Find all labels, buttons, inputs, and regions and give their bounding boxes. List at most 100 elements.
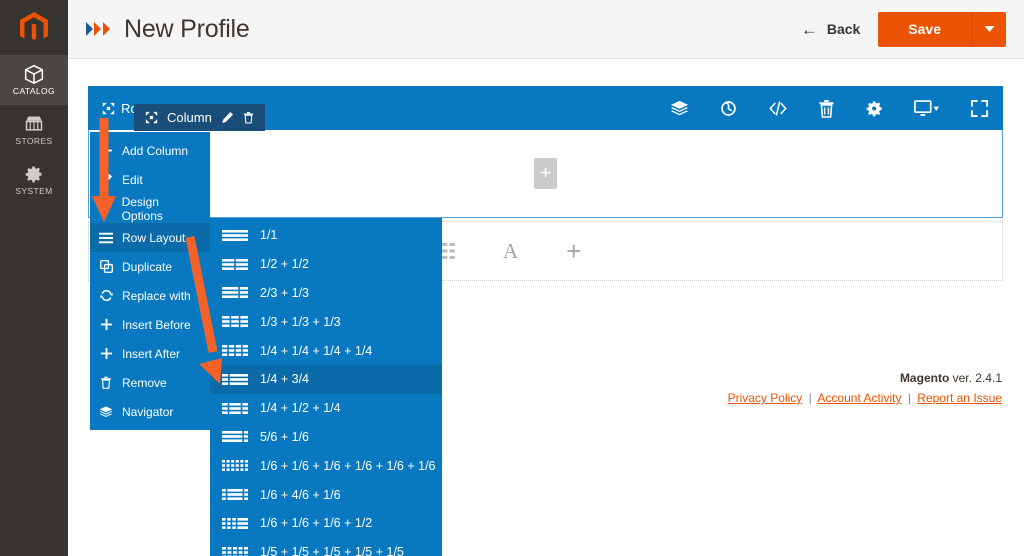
text-icon[interactable]: A	[503, 239, 518, 264]
layout-preview-icon	[222, 402, 248, 414]
layout-preview-icon	[222, 431, 248, 443]
trash-icon	[99, 376, 113, 389]
layout-option-8-4[interactable]: 2/3 + 1/3	[210, 279, 442, 308]
add-content-placeholder[interactable]: +	[534, 158, 557, 189]
duplicate-icon	[99, 260, 113, 273]
sidebar-item-label: SYSTEM	[15, 186, 53, 197]
layout-option-label: 1/5 + 1/5 + 1/5 + 1/5 + 1/5	[260, 545, 404, 556]
privacy-policy-link[interactable]: Privacy Policy	[728, 391, 803, 405]
context-menu-item-label: Insert Before	[122, 317, 191, 332]
context-menu-item-insert-after[interactable]: Insert After	[90, 339, 210, 368]
viewport-icon[interactable]	[914, 99, 940, 118]
add-icon[interactable]: +	[566, 238, 581, 264]
context-menu-item-edit[interactable]: Edit	[90, 165, 210, 194]
context-menu-item-label: Navigator	[122, 404, 174, 419]
brush-icon	[99, 202, 113, 215]
header-actions: ← Back Save	[801, 11, 1006, 47]
footer-version-text: ver. 2.4.1	[952, 371, 1002, 385]
layout-preview-icon	[222, 517, 248, 529]
layout-preview-icon	[222, 460, 248, 472]
layout-option-2-2-2-2-2-2[interactable]: 1/6 + 1/6 + 1/6 + 1/6 + 1/6 + 1/6	[210, 451, 442, 480]
pagebuilder-chevrons-icon	[84, 19, 114, 39]
save-dropdown-toggle[interactable]	[972, 11, 1006, 47]
context-menu-item-label: Remove	[122, 375, 167, 390]
layout-option-4-4-4[interactable]: 1/3 + 1/3 + 1/3	[210, 307, 442, 336]
layout-option-2-2-2-6[interactable]: 1/6 + 1/6 + 1/6 + 1/2	[210, 509, 442, 538]
layout-option-label: 1/3 + 1/3 + 1/3	[260, 314, 341, 329]
context-menu-item-add-column[interactable]: Add Column	[90, 136, 210, 165]
layout-option-2.4-2.4-2.4-2.4-2.4[interactable]: 1/5 + 1/5 + 1/5 + 1/5 + 1/5	[210, 538, 442, 556]
box-icon	[24, 65, 44, 85]
layout-option-2-8-2[interactable]: 1/6 + 4/6 + 1/6	[210, 480, 442, 509]
plus-icon: +	[539, 163, 552, 184]
move-icon[interactable]	[145, 111, 158, 124]
pencil-icon	[99, 173, 113, 186]
layout-preview-icon	[222, 316, 248, 328]
context-menu-item-label: Insert After	[122, 346, 181, 361]
back-button-label: Back	[826, 21, 861, 37]
layout-option-label: 1/4 + 1/2 + 1/4	[260, 401, 341, 416]
history-icon[interactable]	[719, 99, 738, 118]
layout-option-6-6[interactable]: 1/2 + 1/2	[210, 250, 442, 279]
row-context-menu: Add Column Edit Design Options Row Layout Du…	[90, 132, 210, 430]
admin-sidebar: CATALOG STORES SYSTEM	[0, 0, 68, 556]
row-canvas[interactable]: +	[88, 130, 1003, 218]
plus-icon	[99, 144, 113, 157]
save-button[interactable]: Save	[878, 11, 972, 47]
layout-preview-icon	[222, 258, 248, 270]
layout-option-label: 1/6 + 4/6 + 1/6	[260, 487, 341, 502]
sidebar-item-catalog[interactable]: CATALOG	[0, 55, 68, 105]
arrow-left-icon: ←	[800, 19, 818, 39]
trash-icon[interactable]	[818, 99, 835, 118]
layout-option-3-9[interactable]: 1/4 + 3/4	[210, 364, 442, 394]
gear-icon[interactable]	[865, 99, 884, 118]
context-menu-item-design-options[interactable]: Design Options	[90, 194, 210, 223]
footer-version: Magento ver. 2.4.1	[728, 371, 1002, 385]
sidebar-item-stores[interactable]: STORES	[0, 105, 68, 155]
account-activity-link[interactable]: Account Activity	[817, 391, 901, 405]
layout-preview-icon	[222, 546, 248, 556]
footer-separator: |	[808, 391, 812, 405]
layout-option-label: 1/4 + 3/4	[260, 372, 309, 387]
layout-option-3-6-3[interactable]: 1/4 + 1/2 + 1/4	[210, 394, 442, 423]
row-layout-submenu: 1/1 1/2 + 1/2 2/3 + 1/3 1/3 + 1/3 + 1/3 1/4 …	[210, 218, 442, 556]
code-icon[interactable]	[768, 99, 788, 118]
context-menu-item-label: Add Column	[122, 143, 189, 158]
layout-preview-icon	[222, 287, 248, 299]
trash-icon[interactable]	[243, 111, 254, 124]
context-menu-item-label: Duplicate	[122, 259, 173, 274]
layout-option-label: 1/6 + 1/6 + 1/6 + 1/2	[260, 516, 373, 531]
context-menu-item-navigator[interactable]: Navigator	[90, 397, 210, 426]
context-menu-item-insert-before[interactable]: Insert Before	[90, 310, 210, 339]
caret-down-icon	[984, 26, 994, 32]
column-chip-label: Column	[167, 110, 212, 125]
footer: Magento ver. 2.4.1 Privacy Policy | Acco…	[728, 371, 1002, 405]
back-button[interactable]: ← Back	[801, 21, 860, 38]
magento-logo-icon	[20, 11, 48, 40]
sidebar-item-system[interactable]: SYSTEM	[0, 155, 68, 205]
context-menu-item-row-layout[interactable]: Row Layout	[90, 223, 210, 252]
context-menu-item-duplicate[interactable]: Duplicate	[90, 252, 210, 281]
layout-option-label: 1/6 + 1/6 + 1/6 + 1/6 + 1/6 + 1/6	[260, 458, 436, 473]
layout-preview-icon	[222, 373, 248, 385]
magento-logo[interactable]	[0, 0, 68, 55]
store-icon	[25, 116, 43, 131]
app-root: CATALOG STORES SYSTEM New Profile ← Back…	[0, 0, 1024, 556]
layout-option-3-3-3-3[interactable]: 1/4 + 1/4 + 1/4 + 1/4	[210, 336, 442, 365]
move-icon	[102, 102, 115, 114]
sidebar-item-label: CATALOG	[12, 86, 56, 97]
row-toolbar: Row	[88, 86, 1003, 131]
context-menu-item-remove[interactable]: Remove	[90, 368, 210, 397]
layout-preview-icon	[222, 489, 248, 501]
layout-preview-icon	[222, 345, 248, 357]
layout-option-10-2[interactable]: 5/6 + 1/6	[210, 423, 442, 452]
layout-preview-icon	[222, 229, 248, 241]
gear-icon	[25, 166, 42, 183]
report-an-issue-link[interactable]: Report an Issue	[917, 391, 1002, 405]
fullscreen-icon[interactable]	[970, 99, 989, 118]
layers-icon[interactable]	[670, 99, 689, 118]
layers-icon	[99, 405, 113, 419]
context-menu-item-replace-with[interactable]: Replace with	[90, 281, 210, 310]
pencil-icon[interactable]	[221, 111, 234, 124]
layout-option-12[interactable]: 1/1	[210, 221, 442, 250]
